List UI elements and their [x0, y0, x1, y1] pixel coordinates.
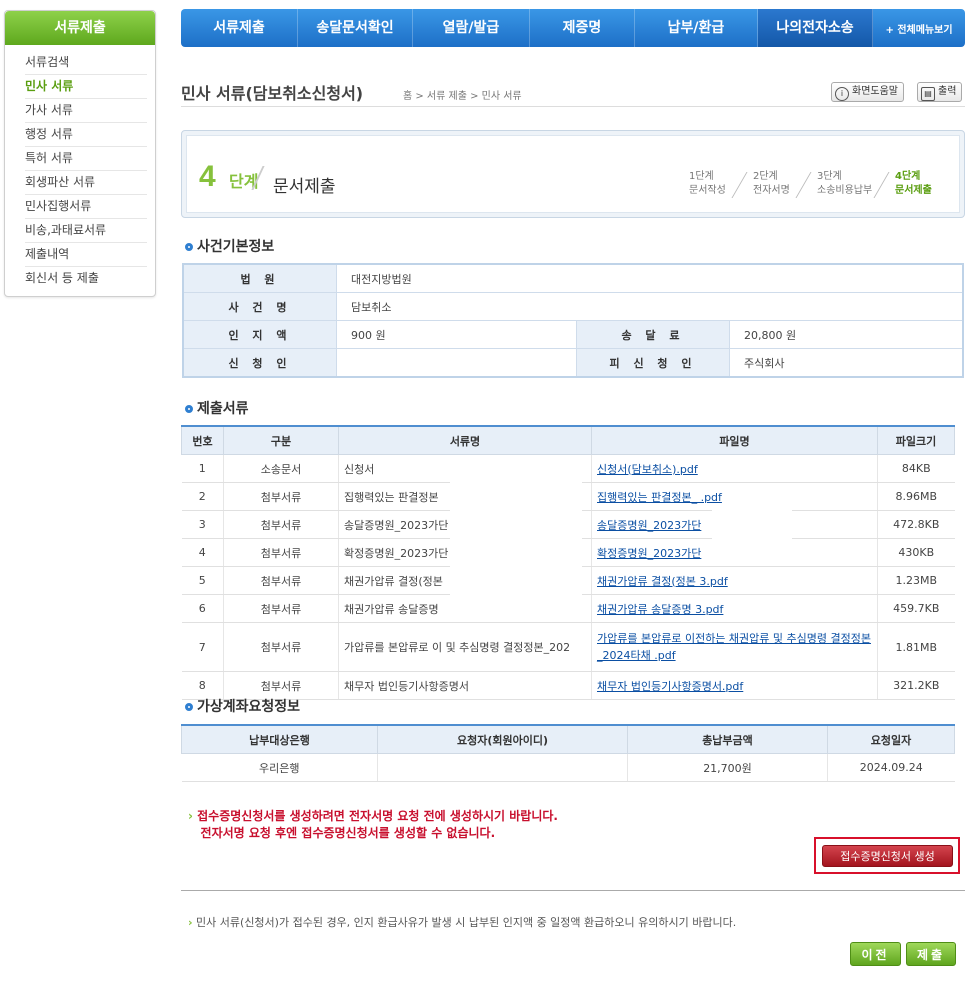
file-link[interactable]: 집행력있는 판결정본_ .pdf: [597, 491, 722, 504]
col-requester: 요청자(회원아이디): [377, 724, 628, 754]
divider: [181, 890, 965, 891]
arrow-icon: ›: [188, 809, 193, 823]
sidebar-item-bankruptcy[interactable]: 회생파산 서류: [25, 171, 147, 195]
bullet-icon: [185, 243, 193, 251]
generate-highlight: 접수증명신청서 생성: [814, 837, 960, 874]
step-indicator: 4 단계 문서제출 1단계 문서작성 2단계 전자서명 3단계 소송비용납부 4단계 문…: [181, 130, 965, 218]
table-row: 우리은행 21,700원 2024.09.24: [181, 753, 955, 782]
receipt-notice: › 접수증명신청서를 생성하려면 전자서명 요청 전에 생성하시기 바랍니다. …: [188, 809, 558, 840]
service-fee-value: 20,800 원: [729, 320, 964, 349]
redaction-block: [712, 531, 792, 555]
page-title: 민사 서류(담보취소신청서): [181, 84, 364, 103]
breadcrumb: 홈 > 서류 제출 > 민사 서류: [403, 91, 522, 102]
court-value: 대전지방법원: [336, 263, 964, 293]
redaction-block: [712, 505, 792, 529]
file-link[interactable]: 가압류를 본압류로 이전하는 채권압류 및 추심명령 결정정본_2024타채 .…: [597, 632, 871, 662]
case-info-table: 법 원 대전지방법원 사 건 명 담보취소 인 지 액 900 원 송 달 료 …: [182, 263, 964, 378]
court-label: 법 원: [182, 263, 337, 293]
step-1: 1단계 문서작성: [689, 171, 726, 196]
printer-icon: ▤: [921, 87, 935, 101]
file-link[interactable]: 송달증명원_2023가단: [597, 519, 701, 532]
sidebar-item-search[interactable]: 서류검색: [25, 51, 147, 75]
col-total-amount: 총납부금액: [627, 724, 828, 754]
sidebar-item-history[interactable]: 제출내역: [25, 243, 147, 267]
nav-payment-refund[interactable]: 납부/환급: [635, 9, 758, 47]
sidebar-menu: 서류검색 민사 서류 가사 서류 행정 서류 특허 서류 회생파산 서류 민사집…: [25, 51, 147, 290]
redaction-block: [450, 480, 582, 608]
documents-heading: 제출서류: [185, 398, 249, 418]
step-2: 2단계 전자서명: [731, 170, 811, 198]
applicant-value: [336, 348, 577, 378]
file-link[interactable]: 확정증명원_2023가단: [597, 547, 701, 560]
nav-view-issue[interactable]: 열람/발급: [413, 9, 530, 47]
sidebar-item-administrative[interactable]: 행정 서류: [25, 123, 147, 147]
prev-button[interactable]: 이전: [850, 942, 901, 966]
sidebar-item-patent[interactable]: 특허 서류: [25, 147, 147, 171]
sidebar-title: 서류제출: [5, 11, 155, 45]
file-link[interactable]: 채권가압류 송달증명 3.pdf: [597, 603, 723, 616]
col-file-size: 파일크기: [877, 425, 955, 455]
virtual-account-table: 납부대상은행 요청자(회원아이디) 총납부금액 요청일자 우리은행 21,700…: [181, 724, 955, 782]
file-link[interactable]: 채권가압류 결정(정본 3.pdf: [597, 575, 728, 588]
stamp-fee-value: 900 원: [336, 320, 577, 349]
case-name-label: 사 건 명: [182, 292, 337, 321]
info-icon: i: [835, 87, 849, 101]
nav-all-menu[interactable]: + 전체메뉴보기: [873, 21, 965, 36]
case-info-heading: 사건기본정보: [185, 236, 274, 256]
table-row: 7 첨부서류 가압류를 본압류로 이 및 추심명령 결정정본_202 가압류를 …: [181, 622, 955, 672]
nav-submit-docs[interactable]: 서류제출: [181, 9, 298, 47]
sidebar: 서류제출 서류검색 민사 서류 가사 서류 행정 서류 특허 서류 회생파산 서…: [4, 10, 156, 297]
sidebar-item-enforcement[interactable]: 민사집행서류: [25, 195, 147, 219]
col-bank: 납부대상은행: [181, 724, 378, 754]
col-number: 번호: [181, 425, 224, 455]
col-file-name: 파일명: [591, 425, 878, 455]
step-list: 1단계 문서작성 2단계 전자서명 3단계 소송비용납부 4단계 문서제출: [683, 170, 953, 198]
sidebar-item-noncontentious[interactable]: 비송,과태료서류: [25, 219, 147, 243]
print-button[interactable]: ▤ 출력: [917, 82, 963, 102]
file-link[interactable]: 채무자 법인등기사항증명서.pdf: [597, 680, 743, 693]
current-step-name: 문서제출: [273, 177, 336, 197]
nav-served-docs[interactable]: 송달문서확인: [298, 9, 413, 47]
sidebar-item-civil[interactable]: 민사 서류: [25, 75, 147, 99]
submit-button[interactable]: 제출: [906, 942, 956, 966]
title-row: 민사 서류(담보취소신청서) 홈 > 서류 제출 > 민사 서류 i 화면도움말 …: [181, 80, 965, 107]
stamp-fee-label: 인 지 액: [182, 320, 337, 349]
col-doc-name: 서류명: [338, 425, 592, 455]
virtual-account-heading: 가상계좌요청정보: [185, 696, 300, 716]
case-name-value: 담보취소: [336, 292, 964, 321]
sidebar-item-reply[interactable]: 회신서 등 제출: [25, 267, 147, 290]
file-link[interactable]: 신청서(담보취소).pdf: [597, 463, 698, 476]
bullet-icon: [185, 703, 193, 711]
arrow-icon: ›: [188, 916, 193, 929]
respondent-label: 피 신 청 인: [576, 348, 730, 378]
step-3: 3단계 소송비용납부: [795, 170, 889, 198]
col-request-date: 요청일자: [827, 724, 955, 754]
help-button[interactable]: i 화면도움말: [831, 82, 904, 102]
top-nav: 서류제출 송달문서확인 열람/발급 제증명 납부/환급 나의전자소송 + 전체메…: [181, 9, 965, 47]
col-type: 구분: [223, 425, 339, 455]
nav-my-e-litigation[interactable]: 나의전자소송: [758, 9, 873, 47]
nav-certificates[interactable]: 제증명: [530, 9, 635, 47]
table-row: 1 소송문서 신청서 신청서(담보취소).pdf 84KB: [181, 454, 955, 483]
current-step-number: 4: [199, 160, 216, 193]
sidebar-item-family[interactable]: 가사 서류: [25, 99, 147, 123]
generate-receipt-button[interactable]: 접수증명신청서 생성: [822, 845, 953, 867]
service-fee-label: 송 달 료: [576, 320, 730, 349]
step-4: 4단계 문서제출: [873, 170, 953, 198]
respondent-value: 주식회사: [729, 348, 964, 378]
applicant-label: 신 청 인: [182, 348, 337, 378]
bullet-icon: [185, 405, 193, 413]
refund-footnote: › 민사 서류(신청서)가 접수된 경우, 인지 환급사유가 발생 시 납부된 …: [188, 916, 737, 929]
